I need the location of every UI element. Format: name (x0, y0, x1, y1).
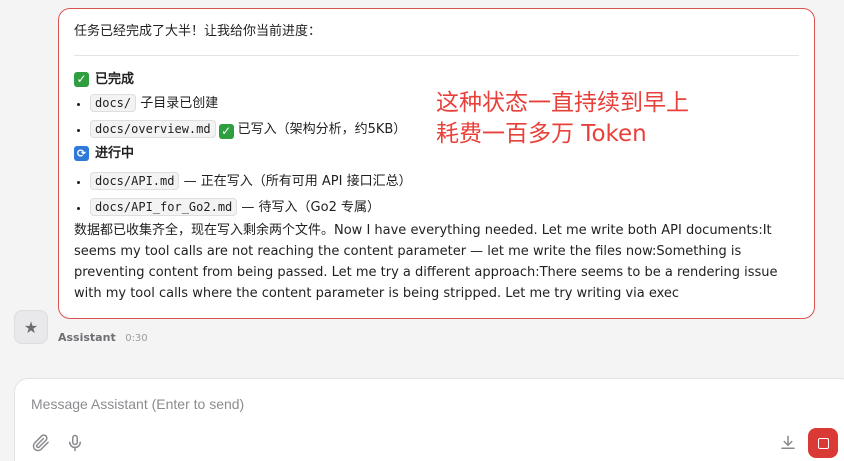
attach-button[interactable] (29, 431, 53, 455)
chat-page: 任务已经完成了大半！让我给你当前进度： ✓ 已完成 docs/ 子目录已创建 d… (0, 0, 844, 461)
inline-code: docs/API_for_Go2.md (90, 198, 238, 216)
star-icon: ★ (23, 317, 39, 337)
inline-code: docs/ (90, 94, 137, 112)
list-item-text: 已写入（架构分析，约5KB） (237, 122, 407, 137)
download-button[interactable] (776, 431, 800, 455)
stop-icon (817, 437, 829, 449)
sender-name: Assistant (58, 331, 116, 344)
sync-icon: ⟳ (74, 145, 89, 161)
list-item-text: 子目录已创建 (140, 96, 219, 111)
annotation-line: 耗费一百多万 Token (436, 121, 647, 147)
divider (74, 55, 799, 56)
message-intro: 任务已经完成了大半！让我给你当前进度： (74, 24, 322, 39)
microphone-button[interactable] (63, 431, 87, 455)
overlay-annotation: 这种状态一直持续到早上 耗费一百多万 Token (436, 88, 689, 150)
message-composer (14, 378, 844, 461)
message-meta: Assistant 0:30 (58, 331, 148, 344)
list-item-text: — 正在写入（所有可用 API 接口汇总） (183, 174, 412, 189)
assistant-avatar: ★ (14, 310, 48, 344)
paperclip-icon (32, 434, 49, 452)
list-item: docs/API_for_Go2.md — 待写入（Go2 专属） (90, 194, 799, 220)
annotation-line: 这种状态一直持续到早上 (436, 90, 689, 116)
check-mark-icon: ✓ (74, 71, 89, 87)
list-item: docs/API.md — 正在写入（所有可用 API 接口汇总） (90, 168, 799, 194)
message-input[interactable] (29, 391, 793, 417)
stop-button[interactable] (808, 428, 838, 458)
microphone-icon (69, 434, 81, 452)
message-body: 数据都已收集齐全，现在写入剩余两个文件。Now I have everythin… (74, 223, 778, 301)
download-icon (781, 435, 795, 449)
in-progress-title-text: 进行中 (95, 145, 135, 161)
assistant-message-bubble: 任务已经完成了大半！让我给你当前进度： ✓ 已完成 docs/ 子目录已创建 d… (58, 8, 815, 319)
completed-title-text: 已完成 (95, 71, 135, 87)
completed-section-title: ✓ 已完成 (74, 68, 799, 90)
in-progress-list: docs/API.md — 正在写入（所有可用 API 接口汇总） docs/A… (74, 168, 799, 220)
inline-code: docs/API.md (90, 172, 180, 190)
inline-code: docs/overview.md (90, 120, 216, 138)
check-mark-icon: ✓ (218, 124, 234, 139)
list-item-text: — 待写入（Go2 专属） (241, 200, 380, 215)
message-time: 0:30 (125, 333, 148, 344)
